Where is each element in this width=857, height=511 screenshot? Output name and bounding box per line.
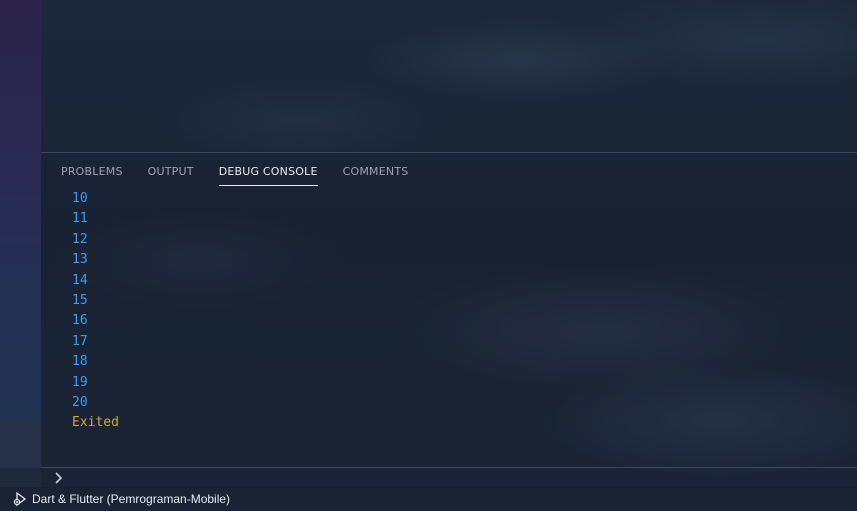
console-line: 18 [72, 354, 88, 370]
console-input-row [41, 467, 857, 489]
debug-session-status[interactable]: Dart & Flutter (Pemrograman-Mobile) [12, 491, 230, 507]
editor-area [41, 0, 857, 152]
chevron-right-icon [52, 471, 66, 485]
activity-bar-lower [0, 418, 41, 468]
activity-bar [0, 0, 41, 418]
console-line: 20 [72, 394, 88, 410]
bottom-panel: PROBLEMS OUTPUT DEBUG CONSOLE COMMENTS 1… [41, 152, 857, 489]
debug-console-input[interactable] [71, 469, 835, 489]
tab-problems[interactable]: PROBLEMS [61, 165, 123, 186]
console-line: 13 [72, 252, 88, 268]
console-line: 11 [72, 211, 88, 227]
tab-output[interactable]: OUTPUT [148, 165, 194, 186]
console-line: 14 [72, 272, 88, 288]
console-line: 12 [72, 231, 88, 247]
console-line: 17 [72, 333, 88, 349]
console-line: 10 [72, 191, 88, 206]
debug-run-icon [12, 491, 28, 507]
debug-console-output: 10 11 12 13 14 15 16 17 18 19 20 Exited [72, 189, 832, 435]
panel-tabs: PROBLEMS OUTPUT DEBUG CONSOLE COMMENTS [61, 165, 433, 186]
tab-comments[interactable]: COMMENTS [343, 165, 409, 186]
status-bar: Dart & Flutter (Pemrograman-Mobile) [0, 487, 857, 511]
console-line: 15 [72, 292, 88, 308]
console-line: 19 [72, 374, 88, 390]
console-line: 16 [72, 313, 88, 329]
exit-message: Exited [72, 415, 119, 431]
debug-session-label: Dart & Flutter (Pemrograman-Mobile) [32, 492, 231, 506]
tab-debug-console[interactable]: DEBUG CONSOLE [218, 165, 318, 186]
